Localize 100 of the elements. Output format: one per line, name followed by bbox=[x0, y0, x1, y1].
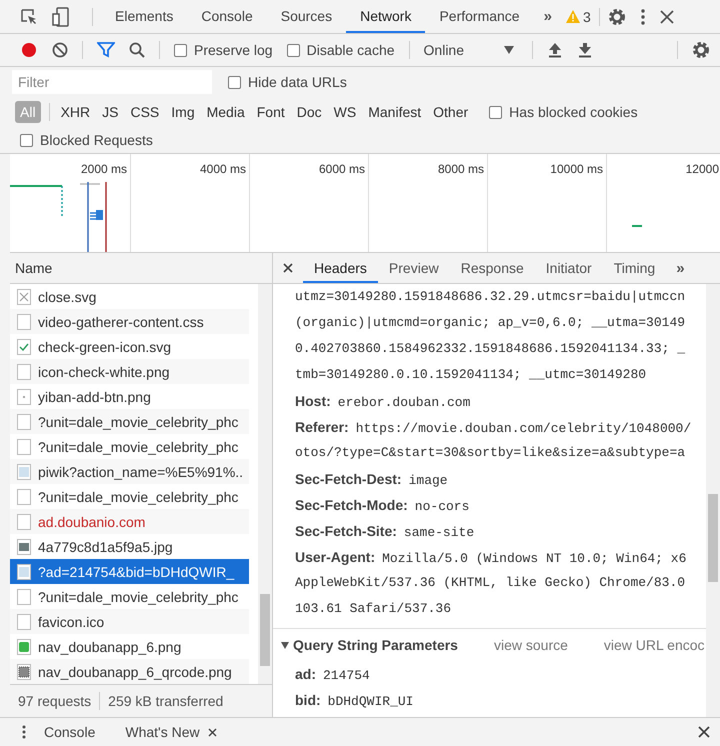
disable-cache-checkbox[interactable]: Disable cache bbox=[286, 42, 395, 58]
file-icon bbox=[17, 488, 31, 504]
detail-tab[interactable]: Preview bbox=[378, 253, 450, 283]
tick-label: 12000 bbox=[686, 162, 719, 176]
panel-tab[interactable]: Console bbox=[187, 0, 267, 33]
file-icon bbox=[17, 414, 31, 430]
device-icon[interactable] bbox=[52, 6, 70, 26]
drawer-tab[interactable]: Console bbox=[26, 724, 108, 740]
tick-label: 6000 ms bbox=[318, 162, 365, 176]
request-row[interactable]: icon-check-white.png bbox=[10, 359, 249, 384]
request-row[interactable]: nav_doubanapp_6_qrcode.png bbox=[10, 659, 249, 684]
request-row[interactable]: favicon.ico bbox=[10, 609, 249, 634]
request-row[interactable]: ?unit=dale_movie_celebrity_phc bbox=[10, 409, 249, 434]
header-line: Sec-Fetch-Dest: image bbox=[294, 470, 449, 490]
file-icon bbox=[17, 464, 31, 480]
header-line: 0.402703860.1584962332.1591848686.1592041134.33; _ bbox=[294, 340, 686, 358]
inspect-icon[interactable] bbox=[20, 8, 38, 26]
header-line: otos/?type=C&start=30&sortby=like&size=a&subtype=a bbox=[294, 444, 686, 462]
search-icon[interactable] bbox=[129, 42, 145, 58]
header-line: (organic)|utmcmd=organic; ap_v=0,6.0; __utma=30149 bbox=[294, 314, 686, 332]
filter-field[interactable]: Filter bbox=[12, 70, 212, 94]
type-filter[interactable]: Manifest bbox=[363, 101, 426, 123]
caret-icon[interactable] bbox=[281, 642, 289, 648]
header-line: tmb=30149280.0.10.1592041134; __utmc=30149280 bbox=[294, 366, 648, 384]
query-param: ad: 214754 bbox=[294, 665, 371, 685]
upload-icon[interactable] bbox=[547, 42, 563, 58]
header-line: Host: erebor.douban.com bbox=[294, 392, 472, 412]
column-header[interactable]: Name bbox=[10, 253, 272, 284]
view-source-link[interactable]: view source bbox=[494, 637, 568, 653]
scrollbar[interactable] bbox=[258, 284, 272, 684]
request-row[interactable]: ad.doubanio.com bbox=[10, 509, 249, 534]
view-url-encoded-link[interactable]: view URL encoc bbox=[604, 637, 705, 653]
download-icon[interactable] bbox=[577, 42, 593, 58]
menu-icon[interactable] bbox=[22, 725, 26, 739]
header-line: Referer: https://movie.douban.com/celebrity/1048000/ bbox=[294, 418, 692, 438]
type-filter[interactable]: Media bbox=[202, 101, 250, 123]
more-tabs-button[interactable]: » bbox=[666, 260, 695, 276]
panel-tab[interactable]: Elements bbox=[101, 0, 188, 33]
file-icon bbox=[17, 588, 31, 604]
query-param: bid: bDHdQWIR_UI bbox=[294, 691, 414, 711]
panel-tab[interactable]: Network bbox=[346, 0, 426, 33]
type-filter[interactable]: JS bbox=[97, 101, 124, 123]
warnings-badge[interactable]: 3 bbox=[566, 8, 591, 24]
file-icon bbox=[17, 564, 31, 580]
request-row[interactable]: video-gatherer-content.css bbox=[10, 309, 249, 334]
file-icon bbox=[17, 664, 31, 680]
tick-label: 8000 ms bbox=[438, 162, 484, 176]
hide-data-urls-checkbox[interactable]: Hide data URLs bbox=[228, 74, 347, 90]
close-icon[interactable] bbox=[660, 10, 674, 24]
throttling-dropdown[interactable]: Online bbox=[424, 42, 518, 58]
header-line: Sec-Fetch-Mode: no-cors bbox=[294, 496, 470, 516]
file-icon bbox=[17, 538, 31, 554]
clear-icon[interactable] bbox=[52, 42, 68, 58]
file-icon bbox=[17, 638, 31, 654]
header-line: Sec-Fetch-Site: same-site bbox=[294, 522, 476, 542]
detail-tab[interactable]: Initiator bbox=[534, 253, 603, 283]
blocked-requests-checkbox[interactable]: Blocked Requests bbox=[20, 132, 153, 148]
tick-label: 4000 ms bbox=[200, 162, 246, 176]
file-icon bbox=[17, 388, 31, 404]
file-icon bbox=[17, 288, 31, 304]
menu-icon[interactable] bbox=[640, 8, 646, 26]
file-icon bbox=[17, 614, 31, 630]
close-icon[interactable] bbox=[698, 726, 710, 738]
type-filter[interactable]: Other bbox=[428, 101, 474, 123]
type-filter[interactable]: WS bbox=[328, 101, 362, 123]
blocked-cookies-checkbox[interactable]: Has blocked cookies bbox=[489, 104, 638, 120]
panel-tab[interactable]: Performance bbox=[425, 0, 534, 33]
file-icon bbox=[17, 514, 31, 530]
caret-icon bbox=[504, 46, 514, 54]
file-icon bbox=[17, 364, 31, 380]
type-filter[interactable]: Img bbox=[166, 101, 200, 123]
close-icon[interactable] bbox=[208, 728, 217, 736]
settings-icon[interactable] bbox=[608, 8, 626, 26]
header-line: 103.61 Safari/537.36 bbox=[294, 600, 452, 618]
transferred-size: 259 kB transferred bbox=[108, 693, 224, 709]
filter-icon[interactable] bbox=[97, 42, 115, 58]
close-icon[interactable] bbox=[283, 263, 293, 273]
more-tabs-button[interactable]: » bbox=[534, 8, 562, 25]
header-line: AppleWebKit/537.36 (KHTML, like Gecko) Chrome/83.0 bbox=[294, 574, 686, 592]
tick-label: 10000 ms bbox=[550, 162, 603, 176]
panel-tab[interactable]: Sources bbox=[266, 0, 346, 33]
section-header[interactable]: Query String Parameters bbox=[281, 637, 458, 653]
header-line: User-Agent: Mozilla/5.0 (Windows NT 10.0; Win64; x6 bbox=[294, 548, 688, 568]
record-icon[interactable] bbox=[20, 41, 38, 59]
type-filter[interactable]: CSS bbox=[125, 101, 164, 123]
request-row[interactable]: piwik?action_name=%E5%91%.. bbox=[10, 459, 249, 484]
header-line: utmz=30149280.1591848686.32.29.utmcsr=baidu|utmccn bbox=[294, 288, 686, 306]
file-icon bbox=[17, 438, 31, 454]
detail-tab[interactable]: Timing bbox=[602, 253, 666, 283]
detail-tab[interactable]: Headers bbox=[303, 253, 378, 283]
scrollbar[interactable] bbox=[706, 284, 720, 717]
drawer-tab[interactable]: What's New bbox=[107, 724, 229, 740]
preserve-log-checkbox[interactable]: Preserve log bbox=[174, 42, 273, 58]
type-filter[interactable]: Font bbox=[252, 101, 290, 123]
type-filter[interactable]: XHR bbox=[56, 101, 96, 123]
settings-icon[interactable] bbox=[692, 41, 710, 59]
tick-label: 2000 ms bbox=[80, 162, 127, 176]
type-filter[interactable]: Doc bbox=[292, 101, 327, 123]
detail-tab[interactable]: Response bbox=[450, 253, 535, 283]
request-row[interactable]: ?ad=214754&bid=bDHdQWIR_ bbox=[10, 559, 249, 584]
